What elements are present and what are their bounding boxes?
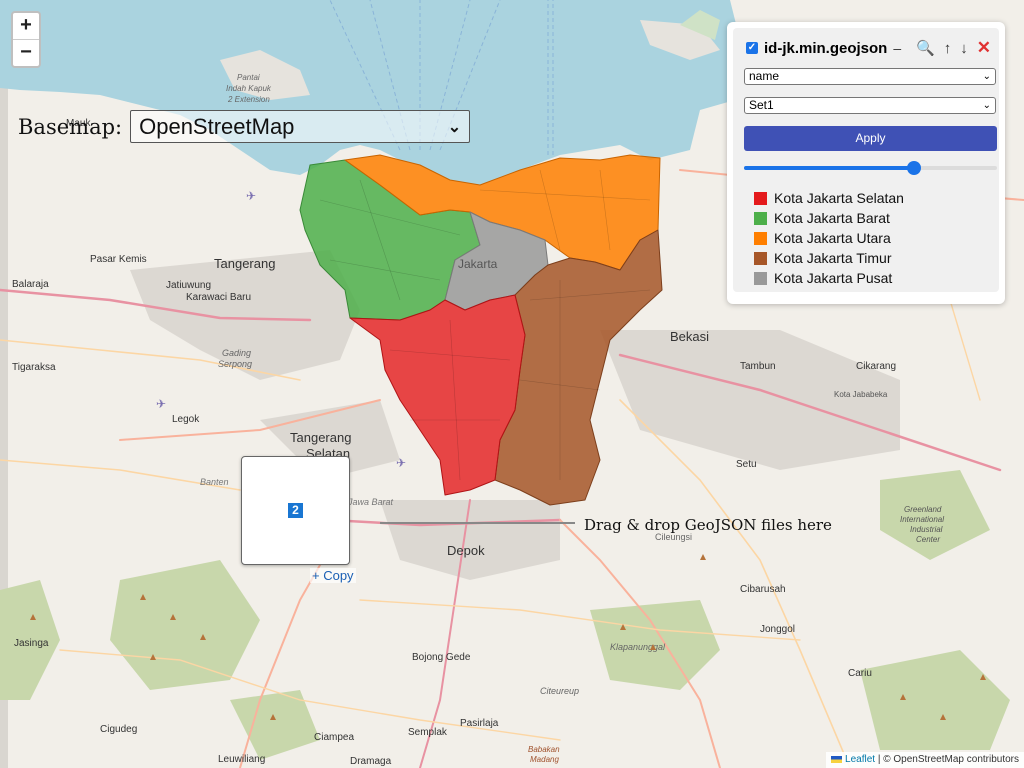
legend-swatch — [754, 271, 767, 285]
svg-text:Setu: Setu — [736, 459, 757, 470]
svg-text:Klapanunggal: Klapanunggal — [610, 642, 666, 652]
drop-zone-box[interactable]: 2 — [241, 456, 350, 565]
svg-text:Leuwiliang: Leuwiliang — [218, 754, 265, 765]
zoom-in-button[interactable]: + — [13, 13, 39, 39]
legend-label: Kota Jakarta Pusat — [774, 270, 893, 286]
svg-text:✈: ✈ — [156, 397, 166, 411]
svg-text:Cikarang: Cikarang — [856, 361, 896, 372]
svg-text:2 Extension: 2 Extension — [227, 95, 270, 104]
attribution: Leaflet | © OpenStreetMap contributors — [826, 752, 1024, 768]
color-set-select-value: Set1 — [749, 98, 774, 112]
svg-text:Indah Kapuk: Indah Kapuk — [226, 84, 272, 93]
color-set-select[interactable]: Set1 ⌄ — [744, 97, 996, 114]
svg-text:Babakan: Babakan — [528, 745, 560, 754]
basemap-control: Basemap: OpenStreetMap ⌄ — [18, 110, 471, 143]
svg-text:Karawaci Baru: Karawaci Baru — [186, 292, 251, 303]
legend-swatch — [754, 211, 767, 225]
legend: Kota Jakarta Selatan Kota Jakarta Barat Ko… — [754, 188, 904, 288]
copy-button[interactable]: + Copy — [310, 568, 356, 583]
svg-text:✈: ✈ — [246, 189, 256, 203]
svg-text:Serpong: Serpong — [218, 359, 252, 369]
svg-text:Bojong Gede: Bojong Gede — [412, 652, 471, 663]
legend-item: Kota Jakarta Selatan — [754, 188, 904, 208]
svg-text:Jakarta: Jakarta — [458, 257, 498, 271]
legend-item: Kota Jakarta Timur — [754, 248, 904, 268]
layer-panel: ✓ id-jk.min.geojson – 🔍 ↑ ↓ ✕ name ⌄ Set… — [727, 22, 1005, 304]
svg-text:Semplak: Semplak — [408, 727, 448, 738]
svg-text:Jawa Barat: Jawa Barat — [347, 497, 394, 507]
legend-item: Kota Jakarta Utara — [754, 228, 904, 248]
zoom-out-button[interactable]: − — [13, 39, 39, 66]
ukraine-flag-icon — [831, 755, 843, 763]
field-select-value: name — [749, 69, 780, 83]
svg-text:Jonggol: Jonggol — [760, 624, 795, 635]
svg-text:Madang: Madang — [530, 755, 559, 764]
collapse-dash[interactable]: – — [893, 40, 901, 56]
apply-button[interactable]: Apply — [744, 126, 997, 151]
layer-name: id-jk.min.geojson — [764, 39, 888, 57]
svg-text:Legok: Legok — [172, 414, 200, 425]
svg-text:Jasinga: Jasinga — [14, 638, 49, 649]
legend-label: Kota Jakarta Barat — [774, 210, 890, 226]
legend-swatch — [754, 231, 767, 245]
svg-text:Dramaga: Dramaga — [350, 756, 392, 767]
legend-label: Kota Jakarta Timur — [774, 250, 892, 266]
svg-text:Bekasi: Bekasi — [670, 329, 709, 344]
svg-text:Citeureup: Citeureup — [540, 686, 579, 696]
basemap-selected-value: OpenStreetMap — [139, 113, 295, 139]
move-up-icon[interactable]: ↑ — [944, 40, 952, 57]
svg-text:Industrial: Industrial — [910, 525, 943, 534]
legend-item: Kota Jakarta Pusat — [754, 268, 904, 288]
layer-visibility-checkbox[interactable]: ✓ — [746, 42, 758, 54]
remove-layer-icon[interactable]: ✕ — [977, 38, 991, 58]
svg-text:Jatiuwung: Jatiuwung — [166, 280, 211, 291]
attribution-text: | © OpenStreetMap contributors — [875, 754, 1019, 765]
zoom-control: + − — [11, 11, 41, 68]
svg-text:Cariu: Cariu — [848, 668, 872, 679]
layer-panel-body: ✓ id-jk.min.geojson – 🔍 ↑ ↓ ✕ name ⌄ Set… — [733, 28, 999, 292]
slider-thumb[interactable] — [906, 161, 921, 175]
zoom-to-layer-icon[interactable]: 🔍 — [916, 39, 935, 57]
legend-label: Kota Jakarta Utara — [774, 230, 891, 246]
svg-text:Tangerang: Tangerang — [214, 256, 275, 271]
chevron-down-icon: ⌄ — [447, 118, 462, 136]
svg-text:Tigaraksa: Tigaraksa — [12, 362, 56, 373]
chevron-down-icon: ⌄ — [982, 100, 991, 111]
legend-label: Kota Jakarta Selatan — [774, 190, 904, 206]
leaflet-link[interactable]: Leaflet — [845, 754, 875, 765]
move-down-icon[interactable]: ↓ — [960, 40, 968, 57]
slider-fill — [744, 166, 914, 170]
svg-text:Cibarusah: Cibarusah — [740, 584, 786, 595]
layer-header: ✓ id-jk.min.geojson – 🔍 ↑ ↓ ✕ — [746, 36, 991, 60]
svg-text:Depok: Depok — [447, 543, 485, 558]
svg-text:Greenland: Greenland — [904, 505, 942, 514]
svg-text:✈: ✈ — [396, 456, 406, 470]
svg-text:Banten: Banten — [200, 477, 229, 487]
svg-text:Gading: Gading — [222, 348, 251, 358]
field-select[interactable]: name ⌄ — [744, 68, 996, 85]
legend-swatch — [754, 191, 767, 205]
svg-text:Center: Center — [916, 535, 940, 544]
file-count-badge: 2 — [288, 503, 303, 518]
svg-text:Pantai: Pantai — [237, 73, 260, 82]
svg-text:Pasar Kemis: Pasar Kemis — [90, 254, 147, 265]
chevron-down-icon: ⌄ — [982, 71, 991, 82]
svg-text:Tambun: Tambun — [740, 361, 776, 372]
svg-text:International: International — [900, 515, 944, 524]
svg-text:Cigudeg: Cigudeg — [100, 724, 137, 735]
legend-item: Kota Jakarta Barat — [754, 208, 904, 228]
drop-hint: Drag & drop GeoJSON files here — [584, 516, 832, 534]
basemap-label: Basemap: — [18, 114, 123, 139]
svg-text:Kota Jababeka: Kota Jababeka — [834, 390, 888, 399]
opacity-slider[interactable] — [744, 160, 997, 176]
basemap-select[interactable]: OpenStreetMap ⌄ — [130, 110, 471, 143]
svg-text:Balaraja: Balaraja — [12, 279, 49, 290]
svg-text:Ciampea: Ciampea — [314, 732, 354, 743]
legend-swatch — [754, 251, 767, 265]
svg-text:Pasirlaja: Pasirlaja — [460, 718, 499, 729]
svg-text:Tangerang: Tangerang — [290, 430, 351, 445]
